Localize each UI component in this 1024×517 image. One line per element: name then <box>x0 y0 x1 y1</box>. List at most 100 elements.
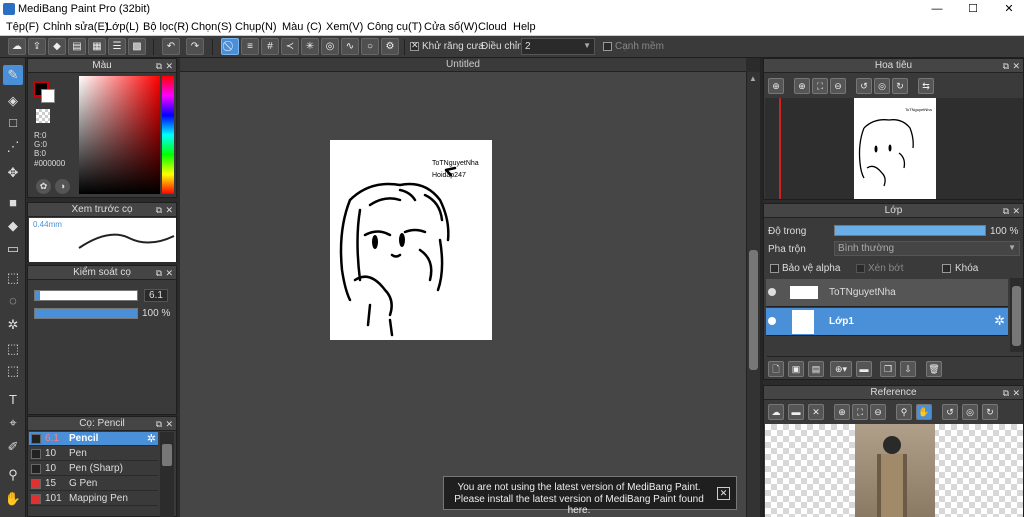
open-folder-icon[interactable]: ▬ <box>788 404 804 420</box>
popout-icon[interactable]: ⧉ <box>1003 59 1009 73</box>
bucket-tool-icon[interactable]: ◆ <box>3 216 23 236</box>
scrollbar-thumb[interactable] <box>162 444 172 466</box>
gear-icon[interactable]: ✲ <box>994 313 1005 329</box>
hand-tool-icon[interactable]: ✋ <box>3 489 23 509</box>
document-icon[interactable]: ▦ <box>88 38 106 55</box>
new-8bit-layer-icon[interactable]: ▤ <box>808 361 824 377</box>
close-icon[interactable]: ✕ <box>1012 204 1020 218</box>
gear-icon[interactable]: ✲ <box>147 432 156 445</box>
rotate-reset-icon[interactable]: ◎ <box>874 78 890 94</box>
redo-icon[interactable]: ↷ <box>186 38 204 55</box>
snap-settings-icon[interactable]: ⚙ <box>381 38 399 55</box>
antialias-checkbox[interactable] <box>410 40 419 51</box>
comment-icon[interactable]: ◆ <box>48 38 66 55</box>
brush-list-scrollbar[interactable] <box>160 432 174 517</box>
rotate-reset-icon[interactable]: ◎ <box>962 404 978 420</box>
dot-tool-icon[interactable]: ⋰ <box>3 137 23 157</box>
vanishing-snap-icon[interactable]: ≺ <box>281 38 299 55</box>
brush-item-mapping-pen[interactable]: 101 Mapping Pen <box>29 492 158 506</box>
grid-icon[interactable]: ▩ <box>128 38 146 55</box>
brush-item-pen-sharp[interactable]: 10 Pen (Sharp) <box>29 462 158 476</box>
rotate-left-icon[interactable]: ↺ <box>856 78 872 94</box>
undo-icon[interactable]: ↶ <box>162 38 180 55</box>
operation-tool-icon[interactable]: ⌖ <box>3 413 23 433</box>
add-layer-dropdown-icon[interactable]: ⊕▾ <box>830 361 852 377</box>
protect-alpha-checkbox[interactable] <box>770 264 779 273</box>
canvas-scrollbar[interactable]: ▲ <box>746 72 760 517</box>
menu-cloud[interactable]: Cloud <box>478 21 507 33</box>
zoom-out-icon[interactable]: ⊖ <box>870 404 886 420</box>
popout-icon[interactable]: ⧉ <box>156 59 162 73</box>
menu-select[interactable]: Chọn(S) <box>191 21 232 33</box>
circle-snap-icon[interactable]: ◎ <box>321 38 339 55</box>
popout-icon[interactable]: ⧉ <box>156 417 162 431</box>
menu-window[interactable]: Cửa số(W) <box>424 21 478 33</box>
brush-item-g-pen[interactable]: 15 G Pen <box>29 477 158 491</box>
menu-color[interactable]: Màu (C) <box>282 21 322 33</box>
soft-edge-checkbox[interactable] <box>603 42 612 51</box>
fit-icon[interactable]: ⛶ <box>812 78 828 94</box>
close-icon[interactable]: ✕ <box>165 417 173 431</box>
curve-snap-icon[interactable]: ∿ <box>341 38 359 55</box>
zoom-in-icon[interactable]: ⊕ <box>834 404 850 420</box>
brush-tool-icon[interactable]: ✎ <box>3 65 23 85</box>
background-color-swatch[interactable] <box>41 89 55 103</box>
divide-tool-icon[interactable]: ✐ <box>3 437 23 457</box>
close-icon[interactable]: ✕ <box>165 203 173 217</box>
ellipse-snap-icon[interactable]: ○ <box>361 38 379 55</box>
move-tool-icon[interactable]: ✥ <box>3 163 23 183</box>
notice-close-button[interactable]: ✕ <box>717 487 730 500</box>
eyedropper-tool-icon[interactable]: ⚲ <box>3 465 23 485</box>
menu-tools[interactable]: Công cụ(T) <box>367 21 422 33</box>
drawing-canvas[interactable]: ToTNguyetNha Hoidap247 <box>330 140 492 340</box>
layers-scrollbar[interactable] <box>1010 278 1023 352</box>
layer-row-text[interactable]: ToTNguyetNha <box>766 279 1008 307</box>
menu-filter[interactable]: Bộ lọc(R) <box>143 21 189 33</box>
navigator-view[interactable]: ToTNguyetNha <box>765 98 1023 199</box>
merge-layer-icon[interactable]: ⇩ <box>900 361 916 377</box>
zoom-out-icon[interactable]: ⊖ <box>830 78 846 94</box>
rotate-left-icon[interactable]: ↺ <box>942 404 958 420</box>
radial-snap-icon[interactable]: ✳ <box>301 38 319 55</box>
magic-wand-tool-icon[interactable]: ✲ <box>3 315 23 335</box>
fill-rect-tool-icon[interactable]: ■ <box>3 193 23 213</box>
palette-icon[interactable]: ✿ <box>36 179 51 194</box>
clipping-checkbox[interactable] <box>856 264 865 273</box>
scroll-up-icon[interactable]: ▲ <box>749 74 757 83</box>
brush-size-slider[interactable] <box>34 290 138 301</box>
popout-icon[interactable]: ⧉ <box>156 266 162 280</box>
menu-help[interactable]: Help <box>513 21 536 33</box>
delete-layer-icon[interactable]: 🗑 <box>926 361 942 377</box>
eye-icon[interactable] <box>768 288 776 296</box>
minimize-button[interactable]: — <box>926 1 948 17</box>
brush-opacity-slider[interactable] <box>34 308 138 319</box>
menu-layer[interactable]: Lớp(L) <box>106 21 139 33</box>
blend-mode-select[interactable]: Bình thường ▼ <box>834 241 1020 256</box>
lasso-tool-icon[interactable]: ◌ <box>3 291 23 311</box>
update-notice[interactable]: You are not using the latest version of … <box>443 476 737 516</box>
new-halftone-layer-icon[interactable]: ▣ <box>788 361 804 377</box>
popout-icon[interactable]: ⧉ <box>156 203 162 217</box>
color-settings-icon[interactable]: ◑ <box>55 179 70 194</box>
flip-icon[interactable]: ⇆ <box>918 78 934 94</box>
close-icon[interactable]: ✕ <box>165 266 173 280</box>
layer-opacity-slider[interactable] <box>834 225 986 236</box>
menu-file[interactable]: Tệp(F) <box>6 21 39 33</box>
cloud-upload-icon[interactable]: ☁ <box>768 404 784 420</box>
close-icon[interactable]: ✕ <box>808 404 824 420</box>
eyedropper-icon[interactable]: ⚲ <box>896 404 912 420</box>
parallel-snap-icon[interactable]: ≡ <box>241 38 259 55</box>
hue-slider[interactable] <box>162 76 174 194</box>
duplicate-layer-icon[interactable]: ❐ <box>880 361 896 377</box>
hand-icon[interactable]: ✋ <box>916 404 932 420</box>
close-icon[interactable]: ✕ <box>165 59 173 73</box>
document-tab[interactable]: Untitled <box>180 58 746 72</box>
gradient-tool-icon[interactable]: ▭ <box>3 239 23 259</box>
saturation-value-picker[interactable] <box>79 76 160 194</box>
lock-checkbox[interactable] <box>942 264 951 273</box>
layer-row-lop1[interactable]: Lớp1 ✲ <box>766 308 1008 336</box>
zoom-in-icon[interactable]: ⊕ <box>794 78 810 94</box>
select-eraser-tool-icon[interactable]: ⬚ <box>3 361 23 381</box>
eraser-tool-icon[interactable]: ◈ <box>3 91 23 111</box>
transparent-swatch[interactable] <box>36 109 50 123</box>
